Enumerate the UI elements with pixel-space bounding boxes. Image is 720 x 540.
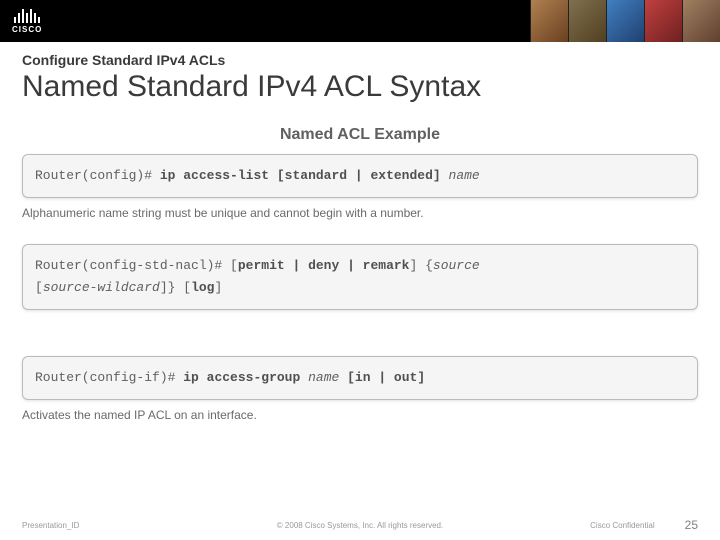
command-arg: name <box>449 168 480 183</box>
syntax-panel-3: Router(config-if)# ip access-group name … <box>22 356 698 400</box>
slide-content: Configure Standard IPv4 ACLs Named Stand… <box>0 42 720 422</box>
prompt-text: Router(config-if)# <box>35 370 175 385</box>
spacer <box>22 318 698 332</box>
example-heading: Named ACL Example <box>22 126 698 144</box>
syntax-panel-2: Router(config-std-nacl)# [permit | deny … <box>22 244 698 310</box>
page-number: 25 <box>685 518 698 532</box>
cisco-logo: CISCO <box>12 9 42 34</box>
command-keyword: log <box>191 280 214 295</box>
command-keyword: ip access-list [standard | extended] <box>160 168 441 183</box>
header-bar: CISCO <box>0 0 720 42</box>
command-keyword: ip access-group <box>183 370 300 385</box>
syntax-panel-1: Router(config)# ip access-list [standard… <box>22 154 698 198</box>
command-keyword: permit | deny | remark <box>238 258 410 273</box>
bracket: ]} [ <box>160 280 191 295</box>
slide-footer: Presentation_ID © 2008 Cisco Systems, In… <box>0 518 720 532</box>
bracket: [ <box>230 258 238 273</box>
prompt-text: Router(config)# <box>35 168 152 183</box>
logo-bars-icon <box>14 9 40 23</box>
bracket: ] <box>214 280 222 295</box>
header-photos <box>530 0 720 42</box>
command-keyword: [in | out] <box>347 370 425 385</box>
footer-confidential: Cisco Confidential <box>590 521 654 530</box>
command-arg: name <box>308 370 339 385</box>
prompt-text: Router(config-std-nacl)# <box>35 258 222 273</box>
footer-copyright: © 2008 Cisco Systems, Inc. All rights re… <box>277 521 443 530</box>
explanation-text-1: Alphanumeric name string must be unique … <box>22 206 698 220</box>
command-arg: source-wildcard <box>43 280 160 295</box>
logo-text: CISCO <box>12 25 42 34</box>
explanation-text-3: Activates the named IP ACL on an interfa… <box>22 408 698 422</box>
slide-overline: Configure Standard IPv4 ACLs <box>22 52 698 68</box>
footer-left: Presentation_ID <box>22 521 79 530</box>
bracket: [ <box>35 280 43 295</box>
bracket: ] { <box>410 258 433 273</box>
slide-title: Named Standard IPv4 ACL Syntax <box>22 70 698 104</box>
command-arg: source <box>433 258 480 273</box>
